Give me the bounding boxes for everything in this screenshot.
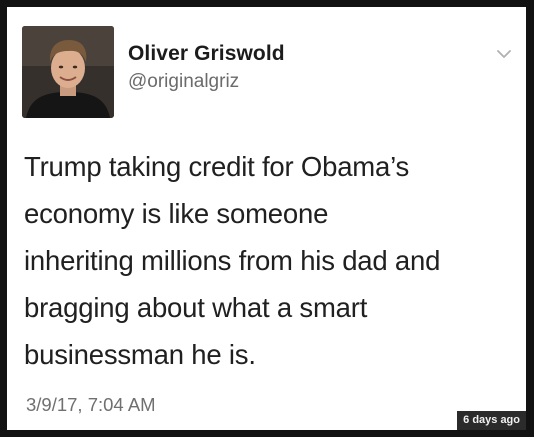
chevron-down-icon[interactable] bbox=[496, 48, 512, 60]
tweet-text-line: economy is like someone bbox=[24, 198, 329, 229]
author-avatar[interactable] bbox=[22, 26, 114, 118]
tweet-text-line: inheriting millions from his dad and bbox=[24, 245, 441, 276]
tweet-text: Trump taking credit for Obama’s economy … bbox=[24, 143, 519, 378]
author-handle[interactable]: @originalgriz bbox=[128, 71, 239, 93]
author-display-name[interactable]: Oliver Griswold bbox=[128, 42, 285, 66]
age-badge: 6 days ago bbox=[457, 411, 526, 430]
tweet-text-line: businessman he is. bbox=[24, 339, 256, 370]
tweet-timestamp[interactable]: 3/9/17, 7:04 AM bbox=[26, 394, 156, 416]
tweet-text-line: Trump taking credit for Obama’s bbox=[24, 151, 410, 182]
tweet-text-line: bragging about what a smart bbox=[24, 292, 368, 323]
profile-photo-icon bbox=[22, 26, 114, 118]
tweet-card: Oliver Griswold @originalgriz Trump taki… bbox=[7, 7, 526, 430]
